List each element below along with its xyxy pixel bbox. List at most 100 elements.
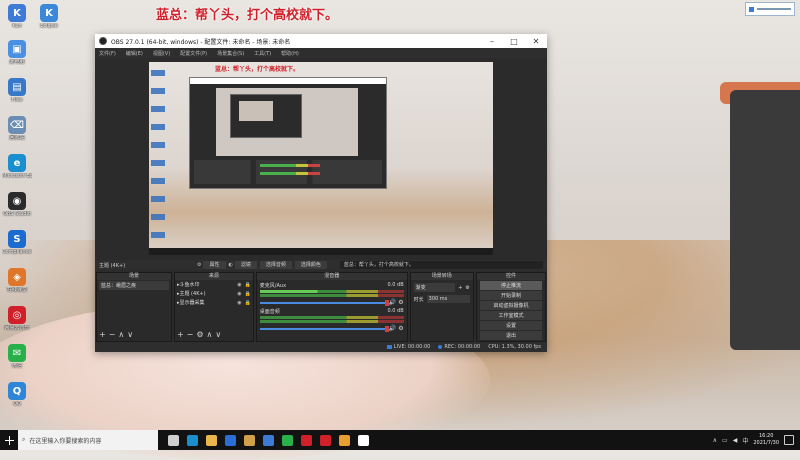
- gear-icon[interactable]: ⚙: [197, 262, 201, 268]
- source-item[interactable]: ▸ 斗鱼水印 ◉ 🔒: [175, 280, 253, 289]
- desktop-icon[interactable]: ◉ OBS Studio: [2, 192, 32, 217]
- taskbar-app-icon[interactable]: [206, 434, 217, 446]
- lock-icon[interactable]: 🔒: [245, 300, 251, 306]
- obs-title-bar[interactable]: OBS 27.0.1 (64-bit, windows) - 配置文件: 未命名…: [95, 34, 547, 48]
- menu-item[interactable]: 场景集合(S): [217, 50, 244, 57]
- add-icon[interactable]: +: [177, 330, 187, 339]
- desktop-icon[interactable]: ▣ 此电脑: [2, 40, 32, 65]
- remove-icon[interactable]: −: [109, 330, 119, 339]
- desktop-icon[interactable]: K Kuo: [2, 4, 32, 29]
- obs-title-text: OBS 27.0.1 (64-bit, windows) - 配置文件: 未命名…: [111, 38, 291, 46]
- clock-date: 2021/7/30: [753, 440, 779, 446]
- app-icon: ✉: [8, 344, 26, 362]
- menu-item[interactable]: 编辑(E): [126, 50, 143, 57]
- desktop-icon[interactable]: SCompliance Pro 4: [2, 230, 32, 255]
- lock-icon[interactable]: 🔒: [245, 291, 251, 297]
- gear-icon[interactable]: ⚙: [398, 299, 403, 306]
- close-icon[interactable]: ✕: [525, 37, 547, 46]
- menu-item[interactable]: 视图(V): [153, 50, 170, 57]
- desktop-icon[interactable]: ◈ 在线课堂: [2, 268, 32, 293]
- eye-icon[interactable]: ◉: [237, 282, 241, 288]
- preview-nested-title: [190, 78, 386, 84]
- taskbar-app-icon[interactable]: [225, 434, 236, 446]
- menu-item[interactable]: 文件(F): [99, 50, 116, 57]
- taskbar-app-icon[interactable]: [263, 434, 274, 446]
- taskbar-app-icon[interactable]: [358, 434, 369, 446]
- text-source-content[interactable]: 蓝总：帮丫头，打个高校就下。: [339, 261, 543, 269]
- scene-item[interactable]: 蓝总：峨眉之疾: [99, 281, 169, 290]
- network-icon[interactable]: ▭: [722, 437, 728, 444]
- menu-item[interactable]: 帮助(H): [281, 50, 299, 57]
- maximize-icon[interactable]: □: [503, 37, 525, 46]
- desktop-icon[interactable]: ⌫ 回收站: [2, 116, 32, 141]
- gear-icon[interactable]: ⚙: [398, 325, 403, 332]
- taskbar-app-icon[interactable]: [187, 434, 198, 446]
- control-button[interactable]: 开始录制: [479, 291, 543, 300]
- desktop-icon[interactable]: ◎ 网易云音乐: [2, 306, 32, 331]
- taskbar-app-icon[interactable]: [301, 434, 312, 446]
- desktop-icon[interactable]: Q QQ: [2, 382, 32, 407]
- select-color-button[interactable]: 选择颜色: [294, 261, 327, 269]
- control-button[interactable]: 退出: [479, 331, 543, 340]
- speaker-icon[interactable]: 🔊: [389, 299, 396, 306]
- source-item[interactable]: ▸ 主题 (4K+) ◉ 🔒: [175, 289, 253, 298]
- speaker-icon[interactable]: 🔊: [389, 325, 396, 332]
- taskbar-app-icon[interactable]: [244, 434, 255, 446]
- control-button[interactable]: 设置: [479, 321, 543, 330]
- taskbar-app-icon[interactable]: [320, 434, 331, 446]
- volume-slider-knob[interactable]: [384, 299, 389, 306]
- desktop-icon[interactable]: ✉ 微信: [2, 344, 32, 369]
- stream-banner-text: 蓝总：帮丫头，打个高校就下。: [156, 8, 339, 23]
- menu-item[interactable]: 工具(T): [254, 50, 271, 57]
- obs-preview[interactable]: 蓝总：帮丫头，打个高校就下。: [149, 62, 493, 255]
- add-icon[interactable]: +: [99, 330, 109, 339]
- select-audio-button[interactable]: 选择音频: [259, 261, 292, 269]
- clock[interactable]: 16:20 2021/7/30: [753, 433, 779, 447]
- add-icon[interactable]: +: [458, 285, 462, 291]
- move-up-icon[interactable]: ∧: [118, 330, 127, 339]
- gear-icon[interactable]: ⚙: [465, 285, 469, 291]
- eye-icon[interactable]: ◉: [237, 300, 241, 306]
- ime-icon[interactable]: 中: [742, 436, 748, 445]
- remove-icon[interactable]: −: [187, 330, 197, 339]
- duration-input[interactable]: 300 ms: [426, 295, 470, 303]
- mini-window-widget[interactable]: [745, 2, 795, 16]
- duration-label: 时长: [413, 296, 424, 303]
- obs-window[interactable]: OBS 27.0.1 (64-bit, windows) - 配置文件: 未命名…: [95, 34, 547, 352]
- rec-icon: [438, 344, 443, 349]
- mixer-dock: 混音器 麦克风/Aux 0.0 dB 🔊 ⚙ 桌面音频 0.0 dB 🔊 ⚙: [255, 272, 408, 342]
- gear-icon[interactable]: ⚙: [196, 330, 206, 339]
- control-button[interactable]: 工作室模式: [479, 311, 543, 320]
- volume-meter: [259, 316, 404, 319]
- taskbar-search[interactable]: ⌕ 在这里输入你要搜索的内容: [18, 430, 158, 450]
- move-down-icon[interactable]: ∨: [127, 330, 136, 339]
- lock-icon[interactable]: 🔒: [245, 282, 251, 288]
- move-down-icon[interactable]: ∨: [215, 330, 224, 339]
- filter-icon[interactable]: ◐: [229, 262, 233, 268]
- desktop-icon[interactable]: ▤ Files: [2, 78, 32, 103]
- properties-button[interactable]: 属性: [203, 261, 226, 269]
- volume-slider[interactable]: [259, 299, 389, 306]
- minimize-icon[interactable]: –: [481, 37, 503, 46]
- desktop-icon[interactable]: eMicrosoft Edge: [2, 154, 32, 179]
- taskbar-app-icon[interactable]: [282, 434, 293, 446]
- desktop-icon-label: 在线课堂: [6, 287, 27, 293]
- desktop-icon[interactable]: K Eclipse: [34, 4, 64, 29]
- app-icon: K: [40, 4, 58, 22]
- taskbar-app-icon[interactable]: [168, 434, 179, 446]
- filters-button[interactable]: 滤镜: [234, 261, 257, 269]
- start-button[interactable]: [0, 430, 18, 450]
- control-button[interactable]: 停止推流: [479, 281, 543, 290]
- notification-icon[interactable]: [784, 435, 794, 445]
- menu-item[interactable]: 配置文件(P): [180, 50, 207, 57]
- volume-slider[interactable]: [259, 325, 389, 332]
- volume-slider-knob[interactable]: [384, 325, 389, 332]
- source-item[interactable]: ▸ 显示器采集 ◉ 🔒: [175, 298, 253, 307]
- volume-icon[interactable]: ◀: [733, 437, 738, 444]
- eye-icon[interactable]: ◉: [237, 291, 241, 297]
- control-button[interactable]: 启动虚拟摄像机: [479, 301, 543, 310]
- transition-type-select[interactable]: 渐变: [413, 283, 456, 292]
- chevron-up-icon[interactable]: ∧: [713, 437, 717, 444]
- mixer-dock-title: 混音器: [256, 273, 407, 280]
- taskbar-app-icon[interactable]: [339, 434, 350, 446]
